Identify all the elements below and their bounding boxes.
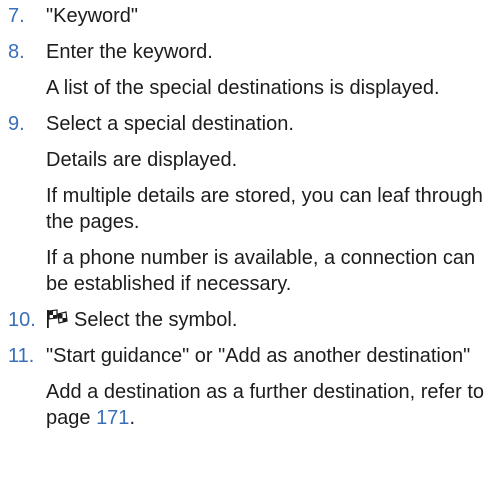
step-9: 9. Select a special destination. Details… — [0, 106, 493, 302]
page-reference-link[interactable]: 171 — [96, 407, 129, 429]
step-note: If multiple details are stored, you can … — [46, 185, 483, 233]
step-text: "Start guidance" or "Add as another dest… — [46, 345, 471, 367]
step-text: Select the symbol. — [74, 309, 238, 331]
step-number: 9. — [8, 113, 25, 135]
step-number: 7. — [8, 5, 25, 27]
step-note: A list of the special destinations is di… — [46, 77, 440, 99]
step-text: Select a special destination. — [46, 113, 294, 135]
step-11: 11. "Start guidance" or "Add as another … — [0, 338, 493, 436]
step-text: "Keyword" — [46, 5, 139, 27]
step-number: 10. — [8, 309, 36, 331]
step-10: 10. Select the symbol. — [0, 302, 493, 338]
step-note: Details are displayed. — [46, 149, 238, 171]
checkered-flag-icon — [47, 309, 68, 328]
instruction-steps: 7. "Keyword" 8. Enter the keyword. A lis… — [0, 0, 493, 436]
step-number: 8. — [8, 41, 25, 63]
step-text: Enter the keyword. — [46, 41, 213, 63]
step-note-with-link: Add a destination as a further destinati… — [46, 374, 493, 436]
step-text-with-icon: Select the symbol. — [46, 302, 493, 338]
step-8: 8. Enter the keyword. A list of the spec… — [0, 34, 493, 106]
step-note: If a phone number is available, a connec… — [46, 247, 476, 295]
step-7: 7. "Keyword" — [0, 0, 493, 34]
note-text-end: . — [129, 407, 135, 429]
step-number: 11. — [8, 345, 35, 367]
